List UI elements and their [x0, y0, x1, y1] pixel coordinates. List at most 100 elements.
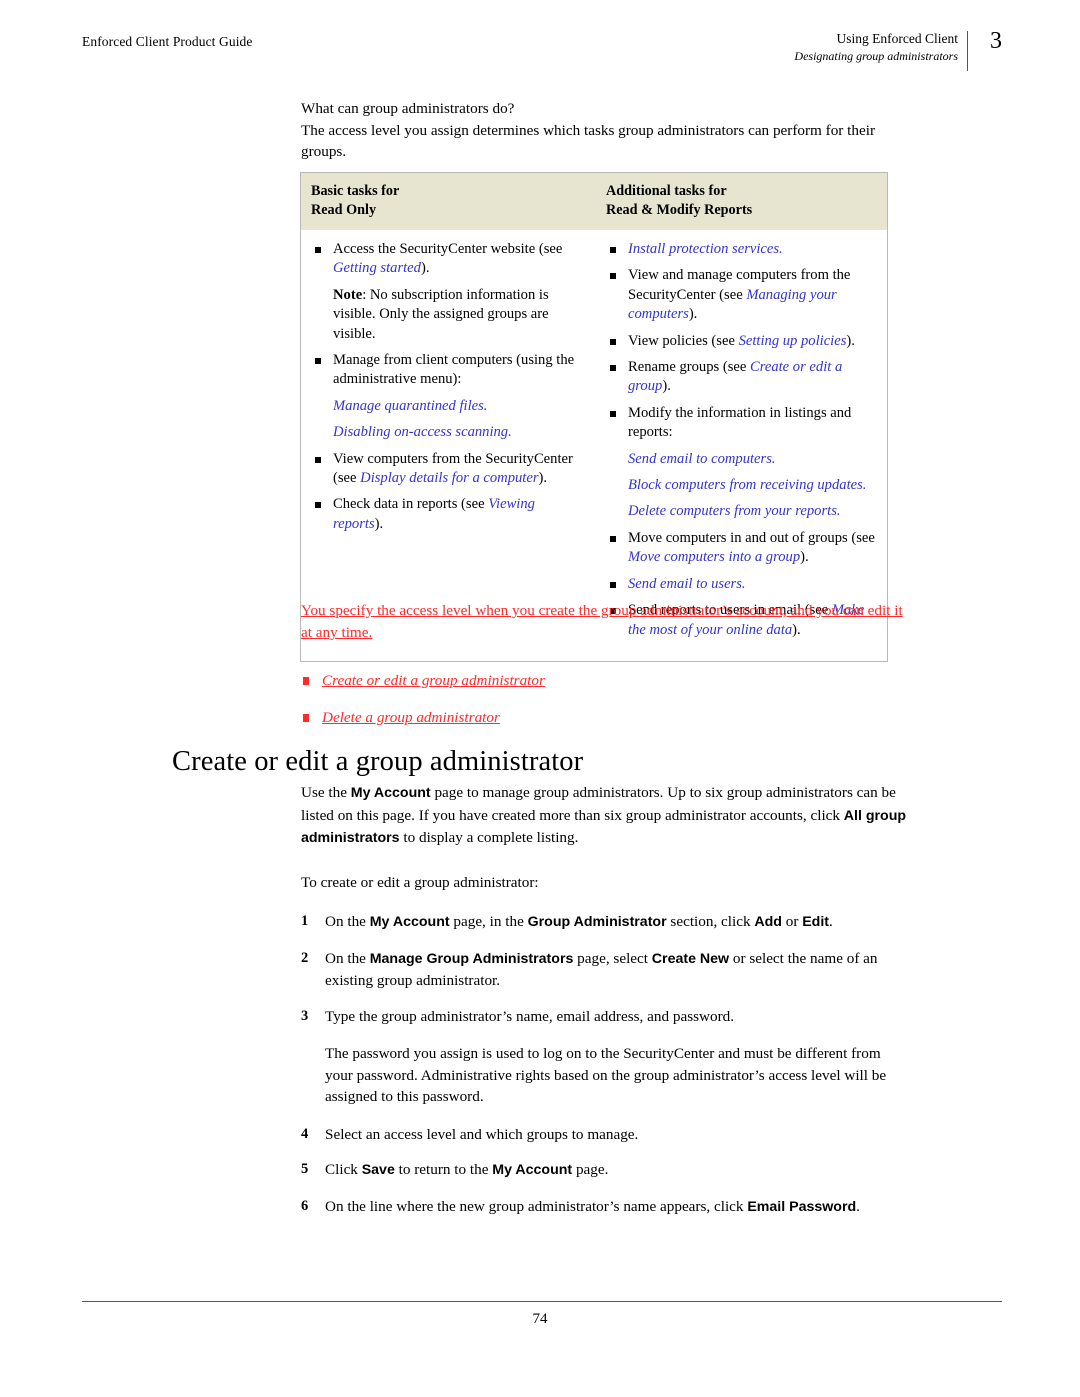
step-number: 1	[301, 913, 309, 929]
add-sub1: Send email to computers.	[606, 450, 877, 469]
add-item3-pre: View policies (see	[628, 332, 739, 349]
bold-my-account: My Account	[369, 914, 450, 930]
table-header-cell-basic: Basic tasks for Read Only	[301, 173, 596, 230]
list-item: View policies (see Setting up policies).	[606, 332, 877, 351]
basic-item1-post: ).	[420, 260, 430, 277]
revision-highlight-block: You specify the access level when you cr…	[301, 600, 907, 744]
list-item: Send email to users.	[606, 575, 877, 594]
step-6: 6 On the line where the new group adminis…	[301, 1196, 909, 1219]
basic-item4-post: ).	[374, 515, 384, 532]
bold-my-account-5: My Account	[492, 1162, 573, 1178]
link-setting-up-policies[interactable]: Setting up policies	[739, 333, 847, 349]
step1-p6: or	[781, 913, 803, 930]
list-item: Check data in reports (see Viewing repor…	[311, 495, 586, 534]
sect-p1d: to display a complete listing.	[399, 829, 579, 846]
bold-save: Save	[361, 1162, 395, 1178]
link-create-or-edit-a-group-administrator[interactable]: Create or edit a group administrator	[322, 672, 545, 689]
table-header-row: Basic tasks for Read Only Additional tas…	[301, 173, 887, 230]
link-display-details-for-a-computer[interactable]: Display details for a computer	[360, 470, 538, 486]
link-getting-started[interactable]: Getting started	[333, 260, 421, 276]
list-item: View computers from the SecurityCenter (…	[311, 450, 586, 489]
additional-tasks-list: Install protection services. View and ma…	[606, 240, 877, 443]
step-5: 5 Click Save to return to the My Account …	[301, 1159, 909, 1182]
list-item: Access the SecurityCenter website (see G…	[311, 240, 586, 279]
step5-p4: page.	[572, 1161, 609, 1178]
table-cell-additional-tasks: Install protection services. View and ma…	[596, 230, 887, 661]
bold-manage-group-administrators: Manage Group Administrators	[369, 950, 574, 967]
intro-block: What can group administrators do? The ac…	[301, 98, 909, 163]
section-lead-in: To create or edit a group administrator:	[301, 873, 539, 891]
list-item: Move computers in and out of groups (see…	[606, 529, 877, 568]
document-page: Enforced Client Product Guide Using Enfo…	[0, 0, 1080, 1397]
note-label: Note	[333, 286, 363, 303]
running-header: Enforced Client Product Guide Using Enfo…	[82, 28, 1002, 76]
add-sub3: Delete computers from your reports.	[606, 502, 877, 521]
procedure-steps: 1 On the My Account page, in the Group Ad…	[301, 911, 909, 1218]
step5-p2: to return to the	[394, 1161, 493, 1178]
step2-p0: On the	[325, 949, 370, 967]
table-header-basic-line2: Read Only	[311, 202, 377, 218]
add-item5: Modify the information in listings and r…	[628, 404, 852, 441]
header-chapter-title: Using Enforced Client	[836, 31, 958, 46]
step-number: 6	[301, 1197, 309, 1214]
table-header-cell-additional: Additional tasks for Read & Modify Repor…	[596, 173, 887, 230]
step-4: 4 Select an access level and which groups…	[301, 1124, 909, 1146]
add-item6-post: ).	[800, 549, 809, 566]
basic-item3-post: ).	[538, 470, 548, 487]
revision-paragraph: You specify the access level when you cr…	[301, 602, 903, 641]
add-item6-pre: Move computers in and out of groups (see	[628, 529, 875, 546]
step-3-note: The password you assign is used to log o…	[325, 1045, 887, 1105]
header-chapter-number: 3	[990, 28, 1002, 54]
bold-edit: Edit	[802, 914, 829, 930]
link-send-email-to-users[interactable]: Send email to users.	[628, 576, 746, 592]
add-sub2: Block computers from receiving updates.	[606, 476, 877, 495]
list-item: Modify the information in listings and r…	[606, 404, 877, 443]
step-number: 2	[301, 949, 309, 966]
table-header-additional-line1: Additional tasks for	[606, 183, 727, 199]
table-header-basic-line1: Basic tasks for	[311, 183, 400, 199]
bold-my-account-1: My Account	[350, 785, 431, 801]
link-manage-quarantined-files[interactable]: Manage quarantined files.	[333, 398, 487, 414]
list-item: View and manage computers from the Secur…	[606, 266, 877, 324]
step-number: 4	[301, 1125, 309, 1142]
intro-question: What can group administrators do?	[301, 100, 515, 117]
bold-email-password: Email Password	[747, 1198, 857, 1215]
section-body: Use the My Account page to manage group …	[301, 782, 909, 1218]
table-cell-basic-tasks: Access the SecurityCenter website (see G…	[301, 230, 596, 661]
link-block-computers-from-receiving-updates[interactable]: Block computers from receiving updates.	[628, 477, 866, 493]
step1-p2: page, in the	[449, 913, 528, 930]
basic-tasks-list: Access the SecurityCenter website (see G…	[311, 240, 586, 390]
access-level-table: Basic tasks for Read Only Additional tas…	[300, 172, 888, 662]
link-delete-computers-from-your-reports[interactable]: Delete computers from your reports.	[628, 503, 841, 519]
step1-p8: .	[829, 913, 833, 930]
basic-note: Note: No subscription information is vis…	[311, 286, 586, 344]
step3-p0: Type the group administrator’s name, ema…	[325, 1007, 735, 1025]
basic-item4-pre: Check data in reports (see	[333, 496, 489, 513]
header-divider-rule	[967, 31, 968, 71]
step-number: 5	[301, 1161, 309, 1177]
list-item: Rename groups (see Create or edit a grou…	[606, 358, 877, 397]
link-send-email-to-computers[interactable]: Send email to computers.	[628, 451, 776, 467]
add-item2-post: ).	[688, 306, 698, 323]
step2-p2: page, select	[573, 949, 652, 967]
link-move-computers-into-a-group[interactable]: Move computers into a group	[628, 549, 800, 565]
link-delete-a-group-administrator[interactable]: Delete a group administrator	[322, 709, 500, 726]
link-disabling-on-access-scanning[interactable]: Disabling on-access scanning.	[333, 424, 512, 440]
table-body-row: Access the SecurityCenter website (see G…	[301, 230, 887, 661]
add-item4-pre: Rename groups (see	[628, 359, 750, 376]
link-install-protection-services[interactable]: Install protection services.	[628, 241, 783, 257]
footer-rule	[82, 1301, 1002, 1302]
basic-item2: Manage from client computers (using the …	[333, 352, 575, 388]
header-chapter-info: Using Enforced Client Designating group …	[794, 30, 958, 65]
list-item[interactable]: Create or edit a group administrator	[301, 670, 907, 691]
list-item[interactable]: Delete a group administrator	[301, 707, 907, 728]
step6-p0: On the line where the new group administ…	[325, 1197, 748, 1215]
step6-p2: .	[856, 1197, 860, 1215]
header-section-title: Designating group administrators	[794, 49, 958, 63]
page-title: Create or edit a group administrator	[172, 746, 584, 777]
intro-paragraph: The access level you assign determines w…	[301, 121, 875, 161]
step-1: 1 On the My Account page, in the Group Ad…	[301, 911, 909, 934]
basic-sub2: Disabling on-access scanning.	[311, 423, 586, 442]
sect-p1a: Use the	[301, 784, 351, 801]
step1-p4: section, click	[666, 913, 755, 930]
